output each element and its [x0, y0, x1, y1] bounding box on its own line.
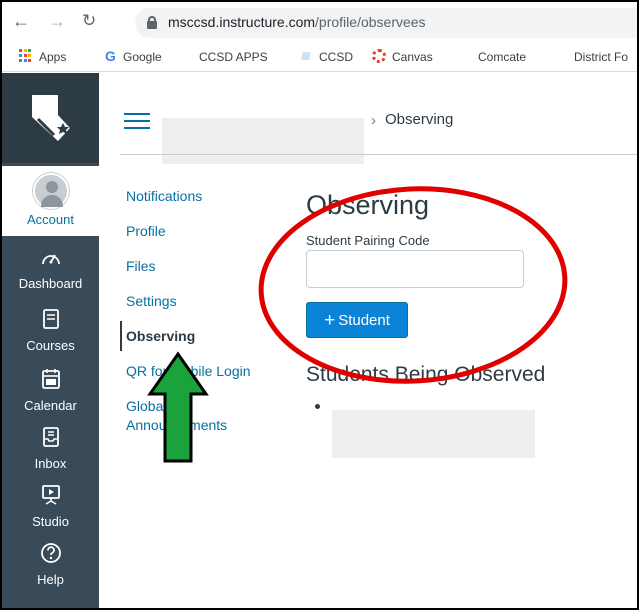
forward-arrow-icon[interactable]: →: [48, 12, 66, 30]
nav-courses[interactable]: Courses: [2, 308, 99, 353]
bookmarks-bar: Apps G Google CCSD APPS CCSD Canvas Comc…: [2, 42, 637, 72]
nav-courses-label: Courses: [26, 338, 75, 353]
bookmark-ccsd-apps[interactable]: CCSD APPS: [199, 50, 268, 64]
url-text: msccsd.instructure.com/profile/observees: [168, 14, 426, 30]
reload-icon[interactable]: ↻: [82, 12, 96, 30]
section-nav-settings[interactable]: Settings: [126, 293, 177, 309]
nav-calendar-label: Calendar: [24, 398, 77, 413]
nav-inbox[interactable]: Inbox: [2, 426, 99, 471]
breadcrumb-current: Observing: [385, 111, 454, 128]
pairing-code-input[interactable]: [306, 250, 524, 288]
nav-studio-label: Studio: [32, 514, 69, 529]
global-nav: Account Dashboard Courses Calendar Inbox: [2, 73, 99, 608]
add-student-button-label: Student: [338, 311, 390, 329]
bookmark-apps[interactable]: Apps: [39, 50, 66, 64]
observed-students-heading: Students Being Observed: [306, 363, 546, 386]
nav-help-label: Help: [37, 572, 64, 587]
nav-account[interactable]: Account: [2, 166, 99, 236]
add-student-button[interactable]: + Student: [306, 302, 408, 338]
bookmark-ccsd[interactable]: CCSD: [319, 50, 353, 64]
list-bullet: [315, 404, 320, 409]
redacted-student-name: [332, 410, 535, 458]
institution-logo-icon: [32, 95, 70, 141]
inbox-icon: [2, 426, 99, 454]
section-nav-notifications[interactable]: Notifications: [126, 188, 202, 204]
pairing-code-label: Student Pairing Code: [306, 233, 430, 248]
section-nav-global[interactable]: Global: [126, 398, 166, 414]
back-arrow-icon[interactable]: ←: [12, 12, 30, 30]
section-nav-qr-mobile-login[interactable]: QR for Mobile Login: [126, 363, 251, 379]
section-nav-profile[interactable]: Profile: [126, 223, 166, 239]
help-icon: [2, 542, 99, 570]
canvas-icon: [372, 49, 386, 63]
user-avatar-icon: [32, 173, 69, 209]
section-nav-observing[interactable]: Observing: [126, 328, 195, 344]
nav-inbox-label: Inbox: [34, 456, 67, 471]
nav-studio[interactable]: Studio: [2, 484, 99, 529]
lock-icon: [147, 16, 157, 29]
bookmark-google[interactable]: Google: [123, 50, 162, 64]
nav-dashboard[interactable]: Dashboard: [2, 248, 99, 291]
nav-dashboard-label: Dashboard: [18, 276, 83, 291]
calendar-icon: [2, 368, 99, 396]
bookmark-district[interactable]: District Fo: [574, 50, 628, 64]
studio-icon: [2, 484, 99, 512]
page-title: Observing: [306, 190, 430, 220]
dashboard-gauge-icon: [2, 248, 99, 274]
breadcrumb-chevron-icon: ›: [371, 112, 376, 129]
book-icon: [2, 308, 99, 336]
nav-help[interactable]: Help: [2, 542, 99, 587]
hamburger-menu-icon[interactable]: [124, 113, 150, 129]
bookmark-comcate[interactable]: Comcate: [478, 50, 526, 64]
nav-calendar[interactable]: Calendar: [2, 368, 99, 413]
google-icon: G: [105, 48, 116, 64]
canvas-logo[interactable]: [2, 73, 99, 163]
active-indicator: [120, 321, 122, 351]
plus-icon: +: [324, 309, 336, 331]
nav-account-label: Account: [27, 212, 74, 227]
screenshot-frame: ← → ↻ msccsd.instructure.com/profile/obs…: [0, 0, 639, 610]
url-field[interactable]: msccsd.instructure.com/profile/observees: [135, 8, 637, 38]
redacted-breadcrumb-block: [162, 118, 364, 164]
section-nav-files[interactable]: Files: [126, 258, 156, 274]
browser-address-bar: ← → ↻ msccsd.instructure.com/profile/obs…: [2, 2, 637, 42]
header-divider: [120, 154, 637, 155]
section-nav-announcements[interactable]: Announcements: [126, 417, 227, 433]
apps-grid-icon: [19, 49, 33, 63]
bookmark-canvas[interactable]: Canvas: [392, 50, 433, 64]
